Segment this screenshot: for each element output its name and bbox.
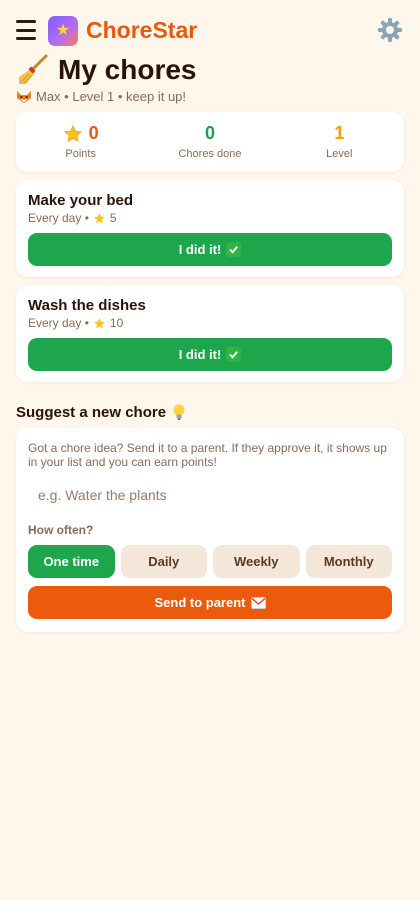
frequency-option-weekly[interactable]: Weekly bbox=[213, 545, 300, 578]
frequency-option-monthly[interactable]: Monthly bbox=[305, 545, 392, 578]
star-logo-icon: ★ bbox=[48, 16, 78, 46]
hamburger-menu-icon[interactable] bbox=[16, 20, 36, 40]
button-label: I did it! bbox=[178, 347, 222, 362]
suggest-heading-text: Suggest a new chore bbox=[16, 403, 167, 421]
points-label: Points bbox=[65, 148, 96, 160]
app-title: ChoreStar bbox=[86, 17, 198, 43]
checkmark-icon bbox=[226, 242, 242, 257]
level-value: 1 bbox=[334, 123, 345, 143]
fox-icon bbox=[17, 90, 31, 103]
frequency-options: One time Daily Weekly Monthly bbox=[28, 545, 392, 578]
page-title: My chores bbox=[58, 54, 197, 85]
profile-summary: Max • Level 1 • keep it up! bbox=[36, 89, 187, 104]
i-did-it-button[interactable]: I did it! bbox=[28, 233, 392, 266]
broom-icon bbox=[19, 54, 48, 84]
stats-card: 0 Points 0 Chores done 1 Level bbox=[16, 112, 404, 172]
frequency-label: How often? bbox=[28, 523, 94, 537]
checkmark-icon bbox=[226, 347, 242, 362]
chore-meta: Every day • 5 bbox=[28, 211, 392, 225]
chore-idea-input[interactable] bbox=[28, 479, 392, 511]
star-icon bbox=[63, 124, 82, 142]
chores-done-value: 0 bbox=[204, 123, 215, 143]
points-value: 0 bbox=[88, 123, 99, 143]
envelope-icon bbox=[250, 596, 266, 609]
chore-frequency: Every day • bbox=[28, 211, 89, 225]
level-stat: 1 Level bbox=[275, 112, 404, 172]
points-stat: 0 Points bbox=[16, 112, 145, 172]
gear-icon[interactable] bbox=[376, 16, 404, 44]
suggest-chore-card: Got a chore idea? Send it to a parent. I… bbox=[16, 428, 404, 632]
chore-meta: Every day • 10 bbox=[28, 316, 392, 330]
suggest-description: Got a chore idea? Send it to a parent. I… bbox=[28, 441, 387, 469]
star-icon bbox=[93, 317, 105, 328]
frequency-option-one-time[interactable]: One time bbox=[28, 545, 115, 578]
profile-subline: Max • Level 1 • keep it up! bbox=[16, 89, 186, 104]
i-did-it-button[interactable]: I did it! bbox=[28, 338, 392, 371]
frequency-option-daily[interactable]: Daily bbox=[120, 545, 207, 578]
chore-card: Wash the dishes Every day • 10 I did it! bbox=[16, 285, 404, 382]
chores-done-label: Chores done bbox=[178, 148, 242, 160]
chores-done-stat: 0 Chores done bbox=[145, 112, 274, 172]
level-label: Level bbox=[326, 148, 353, 160]
button-label: I did it! bbox=[178, 242, 222, 257]
send-to-parent-button[interactable]: Send to parent bbox=[28, 586, 392, 619]
chore-points: 10 bbox=[109, 316, 124, 330]
chore-card: Make your bed Every day • 5 I did it! bbox=[16, 180, 404, 277]
chore-title: Wash the dishes bbox=[28, 297, 146, 314]
chore-frequency: Every day • bbox=[28, 316, 89, 330]
star-icon bbox=[93, 212, 105, 223]
chore-title: Make your bed bbox=[28, 192, 134, 209]
chore-points: 5 bbox=[109, 211, 117, 225]
page-heading: My chores bbox=[16, 52, 197, 88]
send-button-label: Send to parent bbox=[154, 595, 246, 610]
suggest-heading: Suggest a new chore bbox=[16, 403, 187, 421]
lightbulb-icon bbox=[173, 404, 185, 420]
